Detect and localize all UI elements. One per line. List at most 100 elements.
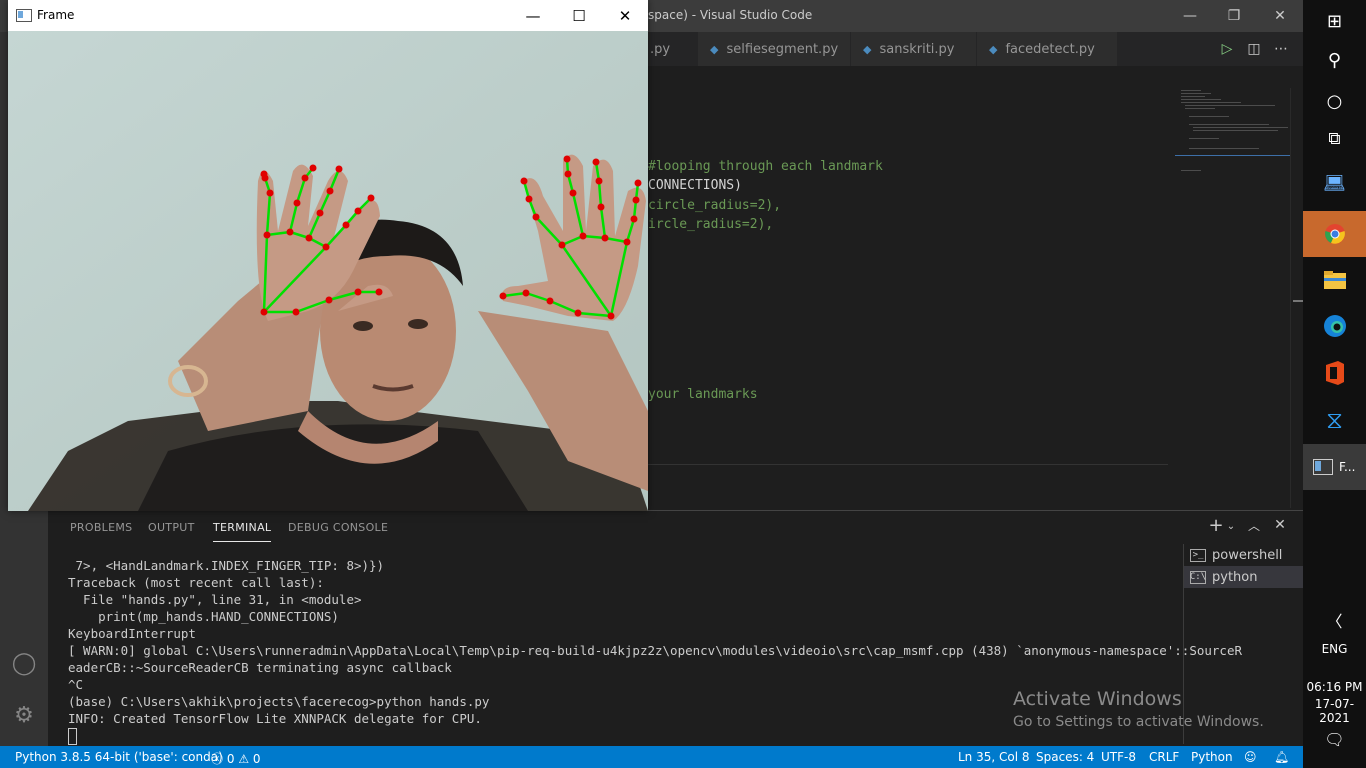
landmark-point (325, 296, 333, 304)
landmark-point (563, 155, 571, 163)
terminal-line: eaderCB::~SourceReaderCB terminating asy… (68, 660, 452, 675)
terminal-line: Traceback (most recent call last): (68, 575, 324, 590)
frame-titlebar[interactable]: Frame — ☐ ✕ (8, 0, 648, 31)
close-panel-icon[interactable]: ✕ (1269, 517, 1291, 533)
maximize-panel-icon[interactable]: ︿ (1243, 517, 1265, 534)
tab-debug-console[interactable]: DEBUG CONSOLE (288, 521, 388, 534)
close-button[interactable]: ✕ (1257, 0, 1303, 32)
landmark-point (305, 234, 313, 242)
edge-browser-icon[interactable] (1303, 311, 1366, 341)
close-button[interactable]: ✕ (602, 0, 648, 31)
run-icon[interactable]: ▷ (1214, 32, 1240, 66)
landmark-point (634, 179, 642, 187)
code-line: circle_radius=2), (648, 198, 782, 213)
account-icon[interactable]: ◯ (10, 650, 38, 678)
landmark-point (260, 308, 268, 316)
split-editor-icon[interactable]: ◫ (1241, 32, 1267, 66)
terminal-item-powershell[interactable]: >_ powershell (1184, 544, 1304, 566)
landmark-point (316, 209, 324, 217)
windows-start-icon[interactable]: ⊞ (1303, 6, 1366, 36)
terminal-line: (base) C:\Users\akhik\projects\facerecog… (68, 694, 490, 709)
chevron-left-icon[interactable]: 〈 (1303, 606, 1366, 634)
chevron-down-icon[interactable]: ⌄ (1220, 521, 1242, 532)
problems-status[interactable]: ⓧ 0 ⚠ 0 (211, 750, 261, 767)
code-line: CONNECTIONS) (648, 178, 742, 193)
landmark-point (597, 203, 605, 211)
more-actions-icon[interactable]: ⋯ (1268, 32, 1294, 66)
editor-divider (648, 464, 1168, 465)
landmark-point (301, 174, 309, 182)
settings-gear-icon[interactable]: ⚙ (10, 702, 38, 730)
landmark-point (499, 292, 507, 300)
warning-icon: ⚠ (238, 752, 250, 766)
landmark-point (375, 288, 383, 296)
tab-sanskriti[interactable]: ◆ sanskriti.py (851, 32, 977, 66)
landmark-point (601, 234, 609, 242)
terminal-line: KeyboardInterrupt (68, 626, 196, 641)
encoding-status[interactable]: UTF-8 (1101, 750, 1136, 764)
python-file-icon: ◆ (710, 42, 719, 56)
minimize-button[interactable]: — (1167, 0, 1213, 32)
activate-windows-watermark: Activate Windows Go to Settings to activ… (1013, 688, 1264, 730)
frame-taskbar-item[interactable]: F... (1303, 444, 1366, 490)
landmark-point (309, 164, 317, 172)
landmark-point (286, 228, 294, 236)
task-view-icon[interactable]: ⧉ (1303, 124, 1366, 154)
language-mode[interactable]: Python (1191, 750, 1233, 764)
cursor-position[interactable]: Ln 35, Col 8 (958, 750, 1030, 764)
landmark-point (546, 297, 554, 305)
landmark-point (564, 170, 572, 178)
vscode-app-icon[interactable]: ⧖ (1303, 405, 1366, 435)
terminal-output[interactable]: 7>, <HandLandmark.INDEX_FINGER_TIP: 8>)}… (68, 557, 1242, 745)
landmark-point (522, 289, 530, 297)
input-language[interactable]: ENG (1303, 642, 1366, 656)
notification-center-icon[interactable]: 🗨︎ (1303, 726, 1366, 752)
tab-output[interactable]: OUTPUT (148, 521, 195, 534)
terminal-line: print(mp_hands.HAND_CONNECTIONS) (68, 609, 339, 624)
landmark-point (342, 221, 350, 229)
cortana-icon[interactable]: ○ (1303, 86, 1366, 116)
landmark-point (263, 231, 271, 239)
landmark-point (335, 165, 343, 173)
vscode-window-title: space) - Visual Studio Code (648, 8, 813, 22)
office-app-icon[interactable] (1303, 358, 1366, 388)
indentation-status[interactable]: Spaces: 4 (1036, 750, 1094, 764)
landmark-point (579, 232, 587, 240)
python-interpreter-status[interactable]: Python 3.8.5 64-bit ('base': conda) (15, 750, 223, 764)
maximize-button[interactable]: ☐ (556, 0, 602, 31)
frame-title: Frame (37, 8, 75, 22)
minimap[interactable] (1175, 88, 1290, 188)
window-app-icon (1313, 459, 1333, 475)
this-pc-icon[interactable]: 💻︎ (1303, 168, 1366, 198)
chrome-app-icon[interactable] (1303, 211, 1366, 257)
landmark-point (595, 177, 603, 185)
eol-status[interactable]: CRLF (1149, 750, 1179, 764)
minimize-button[interactable]: — (510, 0, 556, 31)
landmark-point (592, 158, 600, 166)
clock-time[interactable]: 06:16 PM (1303, 680, 1366, 694)
landmark-point (520, 177, 528, 185)
status-bar: Python 3.8.5 64-bit ('base': conda) ⓧ 0 … (0, 746, 1303, 768)
python-file-icon: ◆ (863, 42, 872, 56)
frame-window[interactable]: Frame — ☐ ✕ (8, 0, 648, 511)
feedback-icon[interactable]: ☺ (1244, 750, 1257, 764)
terminal-line: File "hands.py", line 31, in <module> (68, 592, 362, 607)
file-explorer-icon[interactable] (1303, 265, 1366, 295)
landmark-point (607, 312, 615, 320)
tab-selfiesegment[interactable]: ◆ selfiesegment.py (698, 32, 851, 66)
tab-terminal[interactable]: TERMINAL (213, 521, 272, 542)
terminal-line: [ WARN:0] global C:\Users\runneradmin\Ap… (68, 643, 1242, 658)
restore-button[interactable]: ❐ (1211, 0, 1257, 32)
landmark-point (292, 308, 300, 316)
tab-problems[interactable]: PROBLEMS (70, 521, 132, 534)
editor-scrollbar[interactable] (1290, 88, 1304, 508)
clock-date[interactable]: 17-07-2021 (1303, 697, 1366, 725)
notifications-bell-icon[interactable]: 🔔︎ (1274, 750, 1289, 764)
code-line: ircle_radius=2), (648, 217, 774, 232)
terminal-icon: >_ (1190, 548, 1206, 562)
terminal-icon: C:\ (1189, 570, 1207, 584)
tab-facedetect[interactable]: ◆ facedetect.py (977, 32, 1118, 66)
landmark-point (558, 241, 566, 249)
terminal-item-python[interactable]: C:\ python (1184, 566, 1304, 588)
search-icon[interactable]: ⚲ (1303, 45, 1366, 75)
